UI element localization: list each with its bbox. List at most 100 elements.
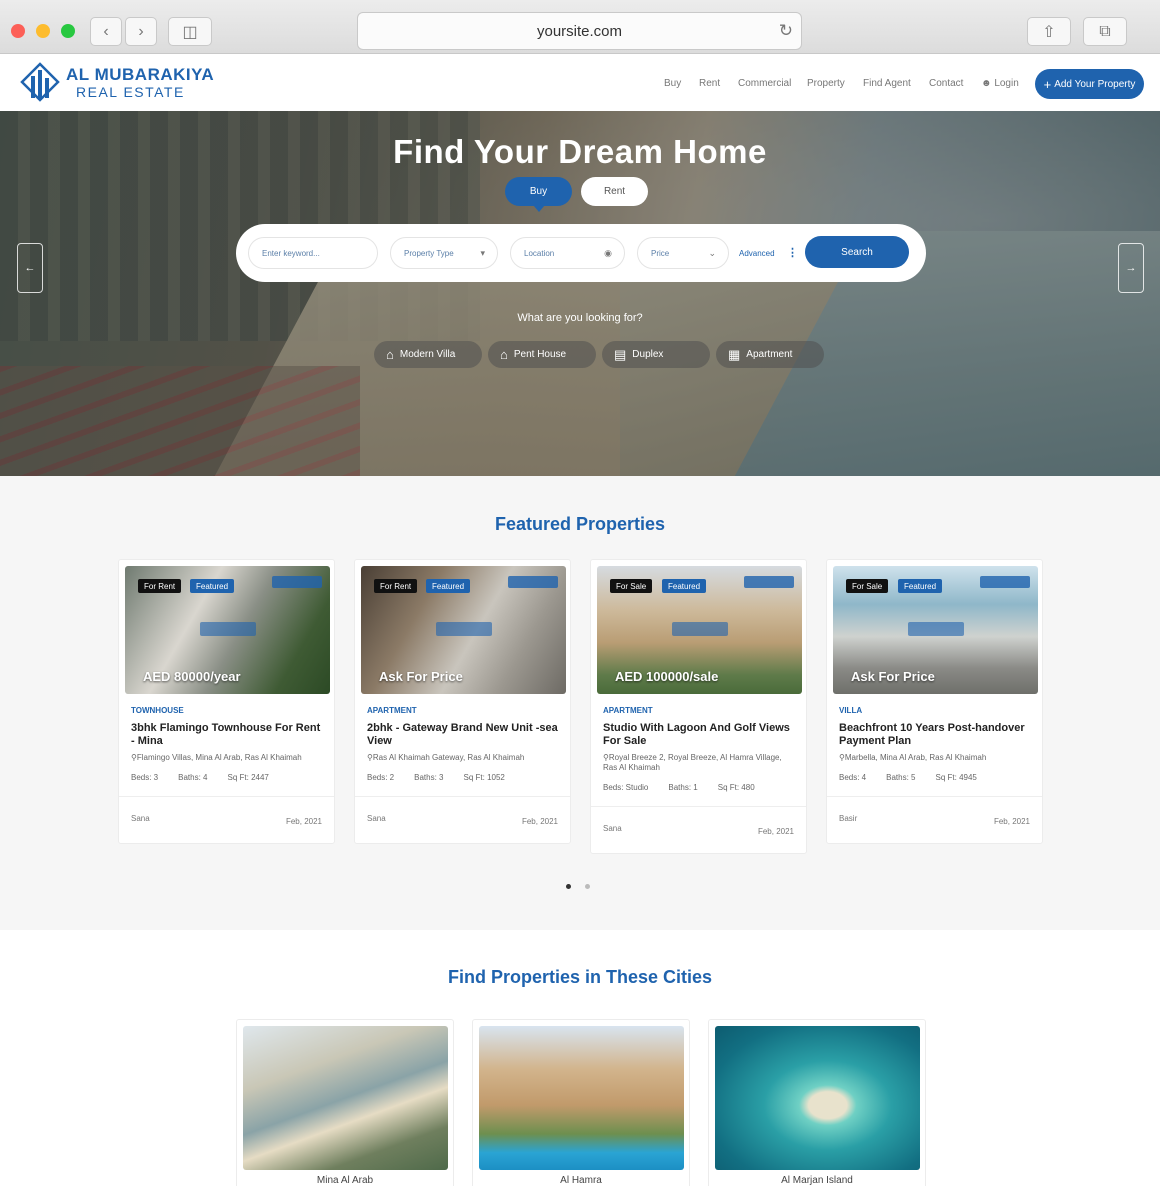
- city-card[interactable]: Mina Al Arab: [236, 1019, 454, 1186]
- city-name[interactable]: Mina Al Arab: [237, 1175, 453, 1186]
- agent-name[interactable]: Sana: [131, 814, 150, 823]
- price-label: Ask For Price: [851, 669, 935, 684]
- keyword-input[interactable]: Enter keyword...: [248, 237, 378, 269]
- city-name[interactable]: Al Marjan Island: [709, 1175, 925, 1186]
- search-button[interactable]: Search: [805, 236, 909, 268]
- logo-name: AL MUBARAKIYA: [66, 64, 215, 84]
- baths: Baths: 1: [668, 783, 698, 792]
- hero-next-button[interactable]: →: [1118, 243, 1144, 293]
- property-type: TOWNHOUSE: [131, 706, 184, 715]
- card-footer: Sana Feb, 2021: [355, 796, 570, 844]
- card-footer: Basir Feb, 2021: [827, 796, 1042, 844]
- category-pent-house[interactable]: ⌂ Pent House: [488, 341, 596, 368]
- property-card[interactable]: For Sale Featured AED 100000/sale APARTM…: [590, 559, 807, 854]
- tabs-overview-button[interactable]: ⧉: [1083, 17, 1127, 46]
- site-logo[interactable]: AL MUBARAKIYA REAL ESTATE: [20, 62, 214, 102]
- category-apartment[interactable]: ▦ Apartment: [716, 341, 824, 368]
- site-header: AL MUBARAKIYA REAL ESTATE Buy Rent Comme…: [0, 54, 1160, 111]
- login-link[interactable]: ☻ Login: [981, 78, 1019, 89]
- tab-buy[interactable]: Buy: [505, 177, 572, 212]
- featured-badge: Featured: [426, 579, 471, 593]
- property-title[interactable]: Studio With Lagoon And Golf Views For Sa…: [603, 722, 798, 748]
- tabs-icon: ⧉: [1099, 22, 1111, 40]
- plus-icon: +: [1043, 76, 1052, 92]
- listing-date: Feb, 2021: [521, 817, 558, 826]
- more-options-icon[interactable]: ⋮: [787, 246, 798, 259]
- advanced-search-link[interactable]: Advanced: [739, 249, 775, 258]
- logo-tagline: REAL ESTATE: [76, 83, 185, 100]
- reload-icon[interactable]: ↻: [779, 21, 793, 41]
- url-text: yoursite.com: [536, 22, 623, 40]
- address-bar[interactable]: yoursite.com ↻: [357, 12, 802, 50]
- forward-button[interactable]: ›: [125, 17, 157, 46]
- featured-badge: Featured: [662, 579, 707, 593]
- property-title[interactable]: Beachfront 10 Years Post-handover Paymen…: [839, 722, 1034, 748]
- nav-item-rent[interactable]: Rent: [699, 78, 720, 89]
- city-image[interactable]: [479, 1026, 684, 1170]
- zoom-window-button[interactable]: [61, 24, 75, 38]
- hero-prev-button[interactable]: ←: [17, 243, 43, 293]
- close-window-button[interactable]: [11, 24, 25, 38]
- property-image[interactable]: For Sale Featured AED 100000/sale: [597, 566, 802, 694]
- sqft: Sq Ft: 2447: [227, 773, 269, 782]
- carousel-dot[interactable]: [585, 884, 590, 889]
- sidebar-toggle-button[interactable]: ◫: [168, 17, 212, 46]
- city-card[interactable]: Al Marjan Island: [708, 1019, 926, 1186]
- nav-item-property[interactable]: Property: [807, 78, 845, 89]
- category-duplex[interactable]: ▤ Duplex: [602, 341, 710, 368]
- status-badge: For Sale: [846, 579, 889, 593]
- building-icon: ▤: [614, 346, 627, 362]
- property-card[interactable]: For Sale Featured Ask For Price VILLA Be…: [826, 559, 1043, 844]
- nav-item-commercial[interactable]: Commercial: [738, 78, 791, 89]
- property-title[interactable]: 3bhk Flamingo Townhouse For Rent - Mina: [131, 722, 326, 748]
- minimize-window-button[interactable]: [36, 24, 50, 38]
- nav-item-buy[interactable]: Buy: [664, 78, 681, 89]
- tab-rent[interactable]: Rent: [581, 177, 648, 206]
- cities-section: Find Properties in These Cities Mina Al …: [0, 930, 1160, 1186]
- featured-badge: Featured: [190, 579, 235, 593]
- carousel-dot-active[interactable]: [566, 884, 571, 889]
- browser-toolbar: ‹ › ◫ yoursite.com ↻ ⇧ ⧉: [0, 0, 1160, 54]
- nav-item-find-agent[interactable]: Find Agent: [863, 78, 911, 89]
- chevron-left-icon: ‹: [103, 22, 109, 40]
- agent-name[interactable]: Sana: [367, 814, 386, 823]
- sidebar-icon: ◫: [182, 23, 198, 41]
- hero-banner: Find Your Dream Home Buy Rent Enter keyw…: [0, 111, 1160, 476]
- watermark-logo: [200, 622, 256, 636]
- property-card[interactable]: For Rent Featured AED 80000/year TOWNHOU…: [118, 559, 335, 844]
- price-label: AED 80000/year: [143, 669, 241, 684]
- nav-item-contact[interactable]: Contact: [929, 78, 963, 89]
- share-button[interactable]: ⇧: [1027, 17, 1071, 46]
- agent-name[interactable]: Basir: [839, 814, 857, 823]
- watermark-logo: [672, 622, 728, 636]
- agent-name[interactable]: Sana: [603, 824, 622, 833]
- sqft: Sq Ft: 1052: [463, 773, 505, 782]
- property-title[interactable]: 2bhk - Gateway Brand New Unit -sea View: [367, 722, 562, 748]
- card-footer: Sana Feb, 2021: [119, 796, 334, 844]
- category-modern-villa[interactable]: ⌂ Modern Villa: [374, 341, 482, 368]
- location-input[interactable]: Location ◉: [510, 237, 625, 269]
- back-button[interactable]: ‹: [90, 17, 122, 46]
- property-card[interactable]: For Rent Featured Ask For Price APARTMEN…: [354, 559, 571, 844]
- property-image[interactable]: For Rent Featured Ask For Price: [361, 566, 566, 694]
- property-image[interactable]: For Sale Featured Ask For Price: [833, 566, 1038, 694]
- price-select[interactable]: Price ⌄: [637, 237, 729, 269]
- beds: Beds: 4: [839, 773, 867, 782]
- add-property-button[interactable]: + Add Your Property: [1035, 69, 1144, 99]
- price-label: Ask For Price: [379, 669, 463, 684]
- property-specs: Beds: 2 Baths: 3 Sq Ft: 1052: [367, 773, 525, 782]
- city-image[interactable]: [243, 1026, 448, 1170]
- city-card[interactable]: Al Hamra: [472, 1019, 690, 1186]
- property-address: ⚲Marbella, Mina Al Arab, Ras Al Khaimah: [839, 753, 987, 762]
- beds: Beds: Studio: [603, 783, 649, 792]
- chevron-right-icon: ›: [138, 22, 144, 40]
- hero-title: Find Your Dream Home: [393, 133, 767, 170]
- property-type-select[interactable]: Property Type ▾: [390, 237, 498, 269]
- beds: Beds: 3: [131, 773, 159, 782]
- watermark-logo: [744, 576, 794, 588]
- city-name[interactable]: Al Hamra: [473, 1175, 689, 1186]
- property-image[interactable]: For Rent Featured AED 80000/year: [125, 566, 330, 694]
- city-image[interactable]: [715, 1026, 920, 1170]
- arrow-left-icon: ←: [24, 262, 36, 274]
- logo-icon: [20, 62, 60, 102]
